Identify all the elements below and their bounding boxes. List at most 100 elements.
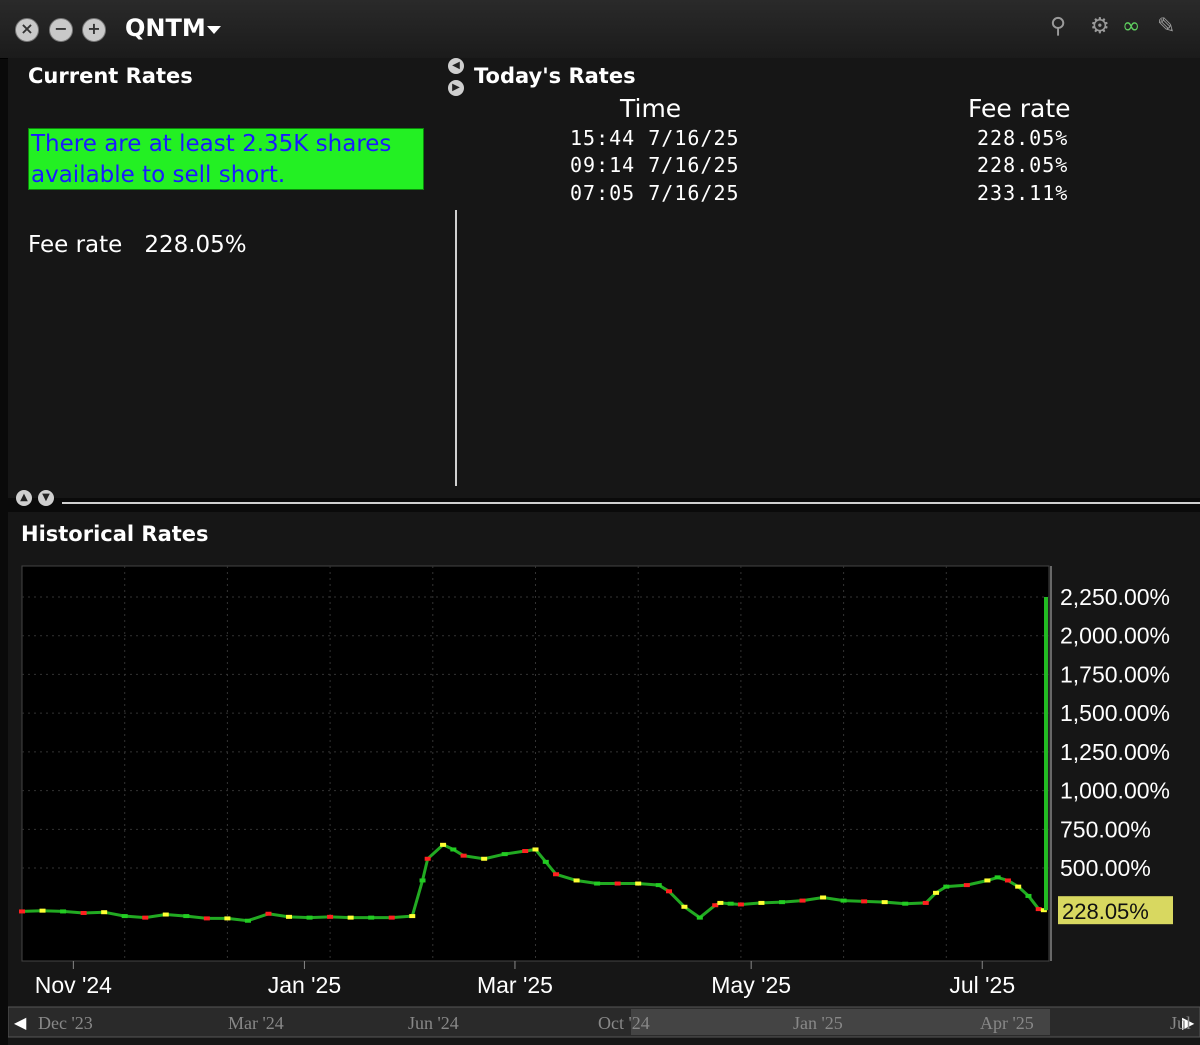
- data-point: [121, 914, 128, 919]
- data-point: [712, 903, 719, 908]
- data-point: [460, 853, 467, 858]
- data-point: [440, 842, 447, 847]
- data-point: [409, 914, 416, 919]
- data-point: [542, 859, 549, 864]
- data-point: [368, 915, 375, 920]
- fee-rate-value: 228.05%: [144, 232, 247, 258]
- data-point: [347, 915, 354, 920]
- data-point: [39, 908, 46, 913]
- data-point: [481, 856, 488, 861]
- data-point: [933, 890, 940, 895]
- rate-row-time: 09:14 7/16/25: [570, 153, 740, 177]
- current-value-label: 228.05%: [1062, 899, 1149, 924]
- data-point: [1025, 893, 1032, 898]
- historical-header: Historical Rates: [8, 512, 1200, 554]
- historical-chart[interactable]: 2,250.00% 2,000.00% 1,750.00% 1,500.00% 1,25…: [8, 554, 1200, 1045]
- close-icon[interactable]: ×: [15, 18, 39, 42]
- data-point: [1015, 884, 1022, 889]
- todays-rates-title: Today's Rates: [474, 64, 636, 88]
- data-point: [614, 881, 621, 886]
- fee-rate-label: Fee rate: [28, 232, 123, 258]
- navigator-tick: Apr '25: [980, 1013, 1034, 1033]
- collapse-left-icon[interactable]: ◀: [448, 58, 464, 74]
- y-tick-label: 750.00%: [1060, 816, 1151, 842]
- data-point: [984, 878, 991, 883]
- data-point: [881, 900, 888, 905]
- last-spike-bar: [1044, 596, 1048, 911]
- navigator-tick: Jan '25: [793, 1013, 843, 1033]
- gear-icon[interactable]: ⚙: [1090, 14, 1110, 39]
- x-tick-label: Jul '25: [949, 972, 1015, 998]
- navigator-tick: Jun '24: [408, 1013, 459, 1033]
- data-point: [573, 878, 580, 883]
- data-point: [501, 852, 508, 857]
- rate-row-fee: 228.05%: [977, 126, 1069, 150]
- navigator-tick: Dec '23: [38, 1013, 93, 1033]
- data-point: [922, 900, 929, 905]
- data-point: [450, 847, 457, 852]
- data-point: [224, 916, 231, 921]
- data-point: [696, 915, 703, 920]
- data-point: [522, 849, 529, 854]
- data-point: [820, 895, 827, 900]
- navigator-tick: Mar '24: [228, 1013, 284, 1033]
- x-tick-label: May '25: [711, 972, 791, 998]
- x-tick-label: Mar '25: [477, 972, 553, 998]
- data-point: [963, 883, 970, 888]
- data-point: [19, 909, 25, 914]
- link-icon[interactable]: ∞: [1122, 14, 1140, 39]
- data-point: [681, 904, 688, 909]
- expand-right-icon[interactable]: ▶: [448, 80, 464, 96]
- data-point: [244, 918, 251, 923]
- rate-row-fee: 233.11%: [977, 181, 1069, 205]
- data-point: [60, 909, 67, 914]
- historical-rates-title: Historical Rates: [21, 522, 209, 546]
- window-titlebar: × − + QNTM ⚲ ⚙ ∞ ✎: [0, 0, 1200, 59]
- pin-icon[interactable]: ✎: [1157, 14, 1175, 39]
- navigator-tick: Oct '24: [598, 1013, 650, 1033]
- chevron-down-icon[interactable]: [207, 26, 221, 34]
- vertical-splitter[interactable]: [455, 210, 457, 486]
- data-point: [737, 902, 744, 907]
- y-tick-label: 1,500.00%: [1060, 700, 1170, 726]
- data-point: [203, 916, 210, 921]
- symbol-selector[interactable]: QNTM: [125, 14, 206, 42]
- data-point: [994, 875, 1001, 880]
- availability-line2: available to sell short.: [31, 162, 286, 188]
- y-tick-label: 1,250.00%: [1060, 739, 1170, 765]
- nav-left-icon: ◀: [14, 1013, 27, 1032]
- current-fee-rate: Fee rate 228.05%: [28, 232, 247, 258]
- data-point: [727, 901, 734, 906]
- y-tick-label: 1,750.00%: [1060, 661, 1170, 687]
- data-point: [306, 915, 313, 920]
- availability-banner: There are at least 2.35K shares availabl…: [28, 128, 424, 190]
- data-point: [666, 889, 673, 894]
- data-point: [655, 883, 662, 888]
- chart-svg[interactable]: 2,250.00% 2,000.00% 1,750.00% 1,500.00% 1,25…: [8, 554, 1200, 1045]
- maximize-icon[interactable]: +: [82, 18, 106, 42]
- minimize-icon[interactable]: −: [49, 18, 73, 42]
- data-point: [1004, 878, 1011, 883]
- y-tick-label: 1,000.00%: [1060, 778, 1170, 804]
- data-point: [635, 881, 642, 886]
- data-point: [183, 914, 190, 919]
- data-point: [902, 901, 909, 906]
- search-icon[interactable]: ⚲: [1050, 14, 1066, 39]
- data-point: [162, 912, 169, 917]
- navigator-tick: Jul: [1170, 1013, 1191, 1033]
- availability-line1: There are at least 2.35K shares: [31, 131, 392, 157]
- y-tick-label: 500.00%: [1060, 855, 1151, 881]
- collapse-up-icon[interactable]: ▲: [16, 490, 32, 506]
- data-point: [265, 911, 272, 916]
- current-rates-title: Current Rates: [28, 64, 193, 88]
- data-point: [799, 898, 806, 903]
- rate-row-time: 15:44 7/16/25: [570, 126, 740, 150]
- y-tick-label: 2,000.00%: [1060, 623, 1170, 649]
- horizontal-splitter[interactable]: [62, 502, 1200, 504]
- data-point: [553, 872, 560, 877]
- rates-panel: [8, 58, 1200, 498]
- data-point: [778, 900, 785, 905]
- x-tick-label: Jan '25: [268, 972, 341, 998]
- data-point: [758, 900, 765, 905]
- expand-down-icon[interactable]: ▼: [38, 490, 54, 506]
